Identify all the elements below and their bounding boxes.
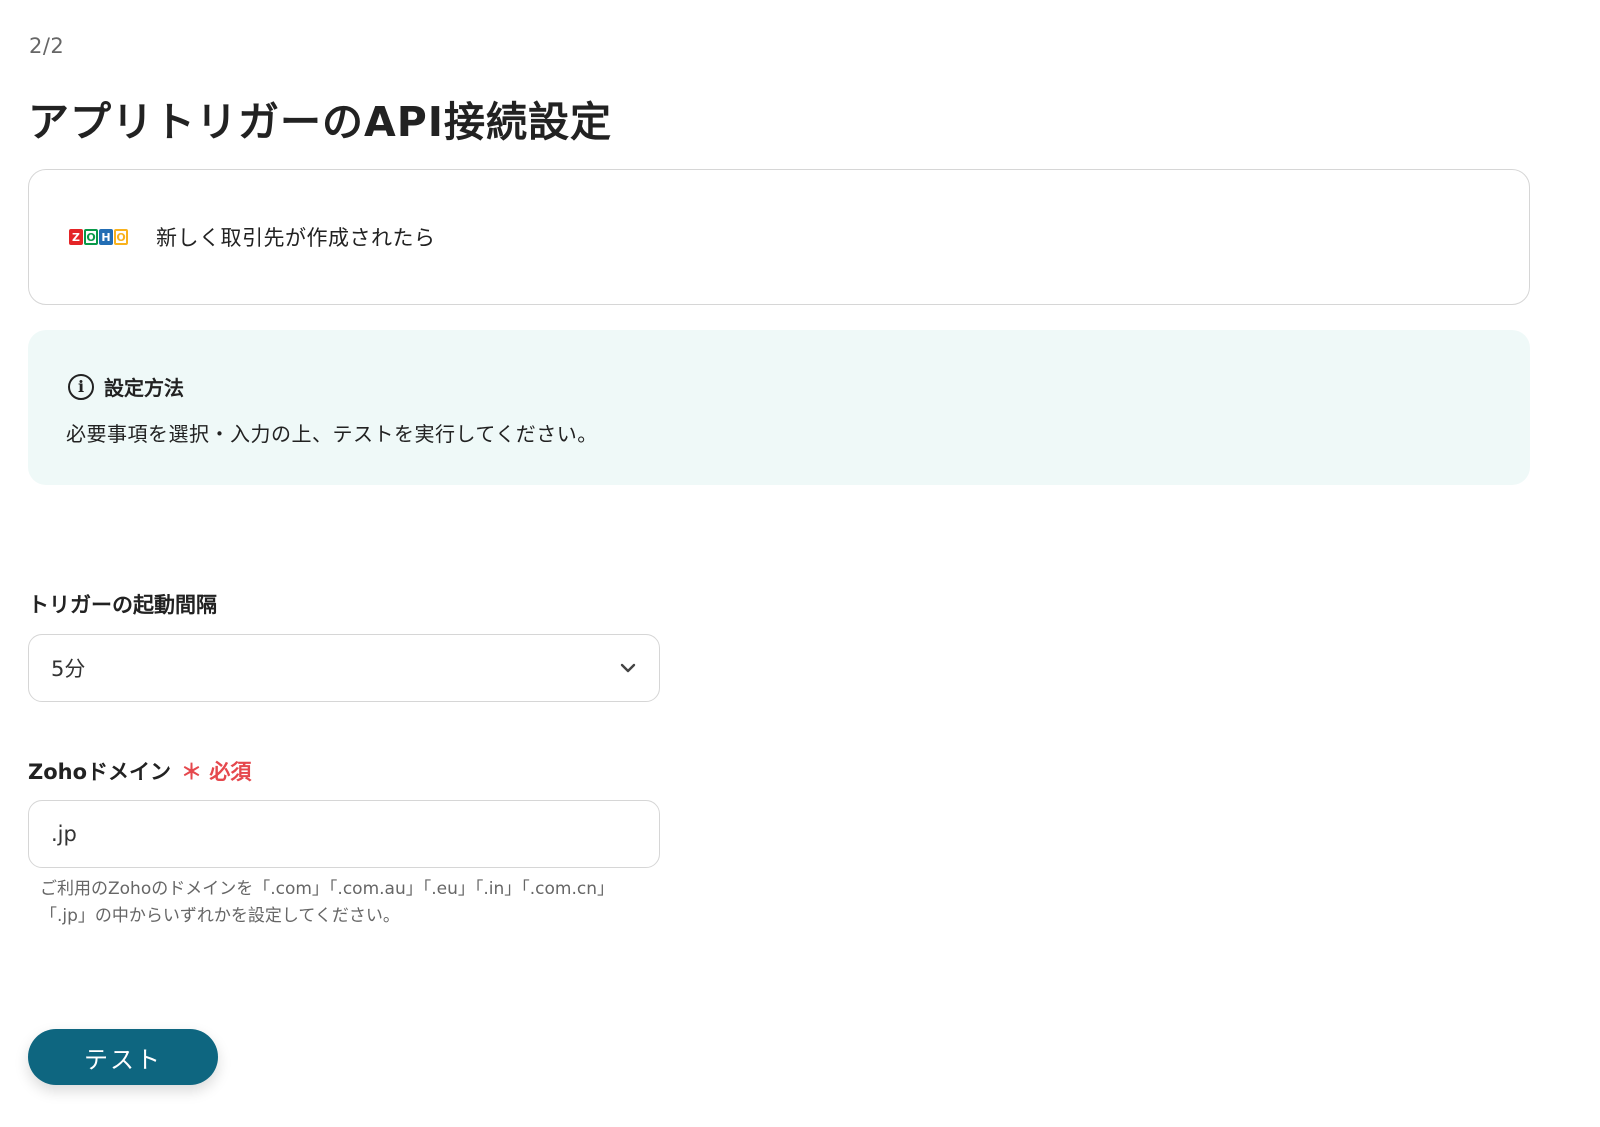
info-box: i 設定方法 必要事項を選択・入力の上、テストを実行してください。 — [28, 330, 1530, 485]
test-button[interactable]: テスト — [28, 1029, 218, 1085]
info-body: 必要事項を選択・入力の上、テストを実行してください。 — [66, 422, 598, 446]
page: 2/2 アプリトリガーのAPI接続設定 Z O H O 新しく取引先が作成された… — [0, 0, 1600, 1127]
domain-help-text: ご利用のZohoのドメインを「.com」「.com.au」「.eu」「.in」「… — [40, 876, 614, 930]
trigger-label: 新しく取引先が作成されたら — [156, 226, 436, 250]
chevron-down-icon — [620, 663, 636, 673]
zoho-logo-letter-h: H — [99, 229, 113, 245]
interval-select[interactable]: 5分 — [28, 634, 660, 702]
domain-input[interactable]: .jp — [28, 800, 660, 868]
domain-help-line-2: 「.jp」の中からいずれかを設定してください。 — [40, 906, 400, 926]
info-title: 設定方法 — [104, 376, 184, 400]
step-indicator: 2/2 — [29, 34, 65, 58]
info-icon: i — [68, 373, 94, 400]
domain-input-value: .jp — [51, 822, 77, 846]
interval-label: トリガーの起動間隔 — [28, 593, 217, 617]
zoho-logo-letter-z: Z — [69, 229, 83, 245]
domain-help-line-1: ご利用のZohoのドメインを「.com」「.com.au」「.eu」「.in」「… — [40, 879, 615, 899]
zoho-logo-letter-o1: O — [84, 229, 98, 245]
domain-label-text: Zohoドメイン — [28, 760, 172, 784]
zoho-logo: Z O H O — [69, 229, 128, 245]
domain-label: Zohoドメイン ＊ 必須 — [28, 756, 251, 786]
zoho-logo-letter-o2: O — [114, 229, 128, 245]
trigger-card: Z O H O 新しく取引先が作成されたら — [28, 169, 1530, 305]
info-header: i 設定方法 — [68, 372, 184, 401]
interval-select-value: 5分 — [51, 657, 86, 681]
page-title: アプリトリガーのAPI接続設定 — [28, 98, 613, 146]
required-badge: ＊ 必須 — [181, 760, 252, 784]
